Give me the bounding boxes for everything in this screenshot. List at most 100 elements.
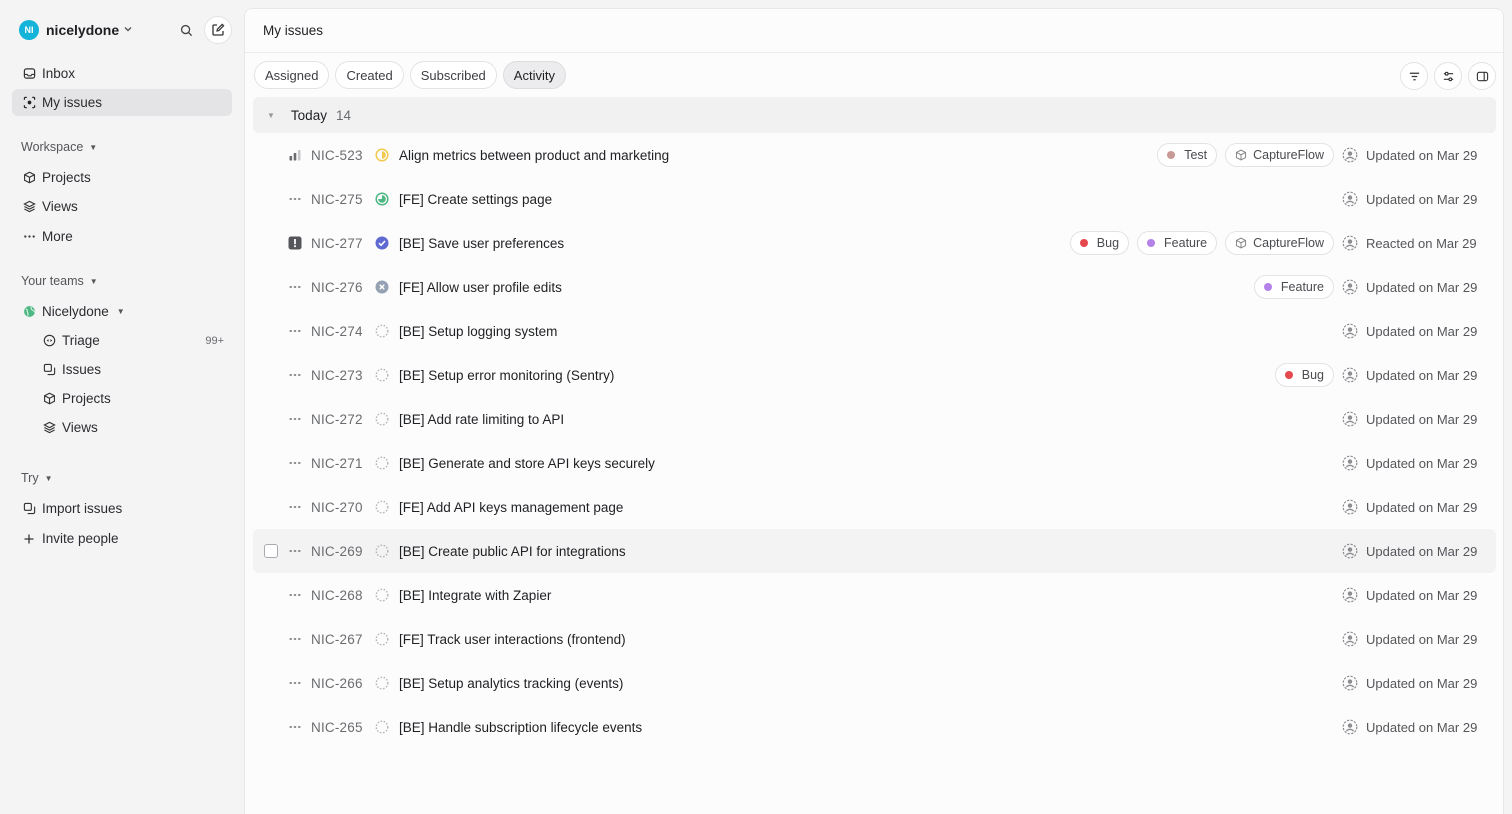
no-priority-icon[interactable]	[287, 367, 303, 383]
backlog-status-icon[interactable]	[375, 588, 389, 602]
urgent-priority-icon[interactable]	[287, 235, 303, 251]
tab-activity[interactable]: Activity	[502, 61, 566, 89]
assignee-avatar-icon[interactable]	[1342, 675, 1358, 691]
issue-row[interactable]: NIC-277 [BE] Save user preferences Bug Feat…	[253, 221, 1496, 265]
try-section-toggle[interactable]: Try ▼	[21, 471, 53, 485]
in-review-status-icon[interactable]	[375, 192, 389, 206]
done-status-icon[interactable]	[375, 236, 389, 250]
issue-row[interactable]: NIC-276 [FE] Allow user profile edits Feat…	[253, 265, 1496, 309]
assignee-avatar-icon[interactable]	[1342, 147, 1358, 163]
sidebar-item-team-projects[interactable]: Projects	[32, 385, 232, 412]
label-chip[interactable]: Test	[1157, 143, 1218, 167]
no-priority-icon[interactable]	[287, 191, 303, 207]
sidebar-item-my-issues[interactable]: My issues	[12, 89, 232, 116]
issue-row[interactable]: NIC-270 [FE] Add API keys management page…	[253, 485, 1496, 529]
no-priority-icon[interactable]	[287, 719, 303, 735]
assignee-avatar-icon[interactable]	[1342, 543, 1358, 559]
activity-text: Updated on Mar 29	[1366, 587, 1478, 603]
sidebar-item-inbox[interactable]: Inbox	[12, 60, 232, 87]
caret-down-icon[interactable]: ▼	[267, 111, 275, 120]
backlog-status-icon[interactable]	[375, 412, 389, 426]
backlog-status-icon[interactable]	[375, 632, 389, 646]
filter-button[interactable]	[1400, 62, 1428, 90]
issue-row[interactable]: NIC-266 [BE] Setup analytics tracking (ev…	[253, 661, 1496, 705]
issue-row[interactable]: NIC-267 [FE] Track user interactions (fro…	[253, 617, 1496, 661]
assignee-avatar-icon[interactable]	[1342, 499, 1358, 515]
backlog-status-icon[interactable]	[375, 676, 389, 690]
tab-created[interactable]: Created	[335, 61, 404, 89]
sidebar-item-projects[interactable]: Projects	[12, 164, 232, 191]
sidebar-item-triage[interactable]: Triage 99+	[32, 327, 232, 354]
no-priority-icon[interactable]	[287, 455, 303, 471]
project-chip[interactable]: CaptureFlow	[1225, 231, 1334, 255]
backlog-status-icon[interactable]	[375, 720, 389, 734]
backlog-status-icon[interactable]	[375, 324, 389, 338]
sidebar-item-team-views[interactable]: Views	[32, 414, 232, 441]
issue-row[interactable]: NIC-269 [BE] Create public API for integr…	[253, 529, 1496, 573]
row-select-checkbox[interactable]	[264, 544, 278, 558]
issue-row[interactable]: NIC-272 [BE] Add rate limiting to API Upda…	[253, 397, 1496, 441]
no-priority-icon[interactable]	[287, 279, 303, 295]
toggle-details-panel-button[interactable]	[1468, 62, 1496, 90]
backlog-status-icon[interactable]	[375, 500, 389, 514]
project-chip[interactable]: CaptureFlow	[1225, 143, 1334, 167]
search-icon[interactable]	[176, 20, 196, 40]
assignee-avatar-icon[interactable]	[1342, 279, 1358, 295]
assignee-avatar-icon[interactable]	[1342, 323, 1358, 339]
cube-icon	[22, 171, 36, 185]
cube-icon	[42, 392, 56, 406]
assignee-avatar-icon[interactable]	[1342, 587, 1358, 603]
sidebar-team-nicelydone[interactable]: Nicelydone ▼	[12, 298, 232, 325]
group-header-today[interactable]: ▼ Today 14	[253, 97, 1496, 133]
assignee-avatar-icon[interactable]	[1342, 719, 1358, 735]
issue-row[interactable]: NIC-275 [FE] Create settings page Updated …	[253, 177, 1496, 221]
tab-subscribed[interactable]: Subscribed	[409, 61, 497, 89]
tab-assigned[interactable]: Assigned	[254, 61, 330, 89]
issue-row[interactable]: NIC-268 [BE] Integrate with Zapier Updated…	[253, 573, 1496, 617]
backlog-status-icon[interactable]	[375, 368, 389, 382]
issue-meta: Feature Updated on Mar 29	[1253, 275, 1478, 299]
label-chip[interactable]: Bug	[1069, 231, 1130, 255]
teams-section-toggle[interactable]: Your teams ▼	[21, 274, 98, 288]
sidebar-item-issues[interactable]: Issues	[32, 356, 232, 383]
issue-identifier: NIC-266	[311, 675, 363, 691]
issue-row[interactable]: NIC-271 [BE] Generate and store API keys …	[253, 441, 1496, 485]
medium-priority-icon[interactable]	[287, 147, 303, 163]
label-chip[interactable]: Feature	[1137, 231, 1218, 255]
assignee-avatar-icon[interactable]	[1342, 631, 1358, 647]
workspace-name: nicelydone	[46, 22, 120, 38]
assignee-avatar-icon[interactable]	[1342, 411, 1358, 427]
no-priority-icon[interactable]	[287, 675, 303, 691]
no-priority-icon[interactable]	[287, 543, 303, 559]
no-priority-icon[interactable]	[287, 411, 303, 427]
sidebar-item-views[interactable]: Views	[12, 193, 232, 220]
label-chip[interactable]: Feature	[1253, 275, 1334, 299]
no-priority-icon[interactable]	[287, 631, 303, 647]
sidebar-item-label: More	[42, 229, 73, 244]
assignee-avatar-icon[interactable]	[1342, 235, 1358, 251]
backlog-status-icon[interactable]	[375, 456, 389, 470]
assignee-avatar-icon[interactable]	[1342, 367, 1358, 383]
issue-row[interactable]: NIC-274 [BE] Setup logging system Updated …	[253, 309, 1496, 353]
canceled-status-icon[interactable]	[375, 280, 389, 294]
new-issue-button[interactable]	[204, 16, 232, 44]
issue-row[interactable]: NIC-523 Align metrics between product and…	[253, 133, 1496, 177]
assignee-avatar-icon[interactable]	[1342, 191, 1358, 207]
sidebar-item-invite-people[interactable]: Invite people	[12, 525, 232, 552]
issue-row[interactable]: NIC-273 [BE] Setup error monitoring (Sent…	[253, 353, 1496, 397]
assignee-avatar-icon[interactable]	[1342, 455, 1358, 471]
label-text: Bug	[1096, 236, 1120, 250]
sidebar-item-more[interactable]: More	[12, 223, 232, 250]
project-name: CaptureFlow	[1253, 236, 1324, 250]
no-priority-icon[interactable]	[287, 587, 303, 603]
backlog-status-icon[interactable]	[375, 544, 389, 558]
no-priority-icon[interactable]	[287, 323, 303, 339]
sidebar-item-import-issues[interactable]: Import issues	[12, 495, 232, 522]
no-priority-icon[interactable]	[287, 499, 303, 515]
label-chip[interactable]: Bug	[1274, 363, 1334, 387]
workspace-section-toggle[interactable]: Workspace ▼	[21, 140, 97, 154]
display-options-button[interactable]	[1434, 62, 1462, 90]
workspace-switcher[interactable]: NI nicelydone	[19, 20, 133, 40]
issue-row[interactable]: NIC-265 [BE] Handle subscription lifecycl…	[253, 705, 1496, 749]
in-progress-status-icon[interactable]	[375, 148, 389, 162]
